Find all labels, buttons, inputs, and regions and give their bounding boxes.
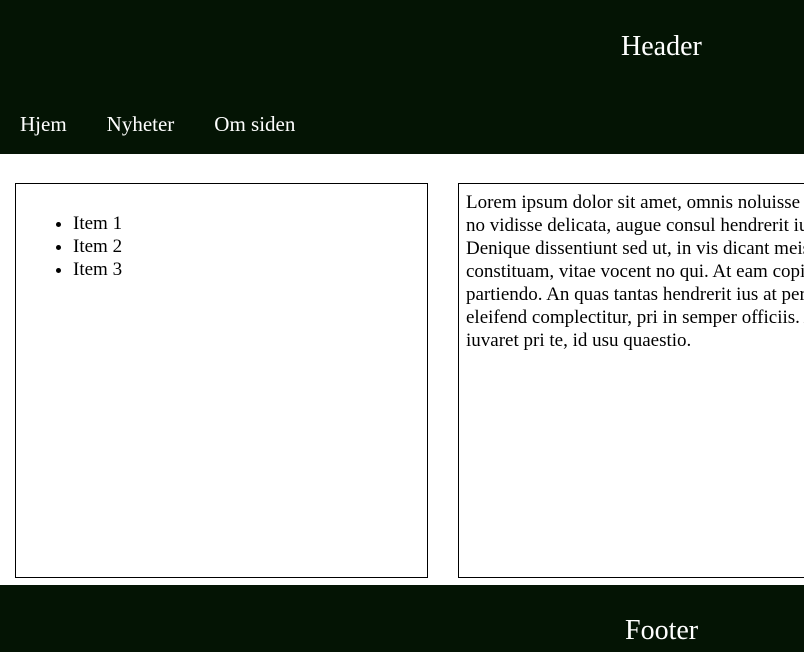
list-item: Item 2 bbox=[73, 235, 122, 258]
footer-title: Footer bbox=[625, 615, 699, 646]
nav-item-nyheter[interactable]: Nyheter bbox=[107, 111, 175, 137]
list-item: Item 3 bbox=[73, 258, 122, 281]
nav-item-om-siden[interactable]: Om siden bbox=[214, 111, 295, 137]
page: Header Hjem Nyheter Om siden Item 1 Item… bbox=[0, 0, 804, 652]
main-content: Lorem ipsum dolor sit amet, omnis noluis… bbox=[458, 183, 804, 578]
footer: Footer bbox=[0, 585, 804, 652]
nav-item-hjem[interactable]: Hjem bbox=[20, 111, 67, 137]
header-title: Header bbox=[621, 31, 702, 62]
list-item: Item 1 bbox=[73, 212, 122, 235]
sidebar: Item 1 Item 2 Item 3 bbox=[15, 183, 428, 578]
sidebar-list: Item 1 Item 2 Item 3 bbox=[16, 212, 122, 281]
header: Header Hjem Nyheter Om siden bbox=[0, 0, 804, 154]
main-nav: Hjem Nyheter Om siden bbox=[20, 111, 295, 137]
content-text: Lorem ipsum dolor sit amet, omnis noluis… bbox=[466, 192, 804, 351]
